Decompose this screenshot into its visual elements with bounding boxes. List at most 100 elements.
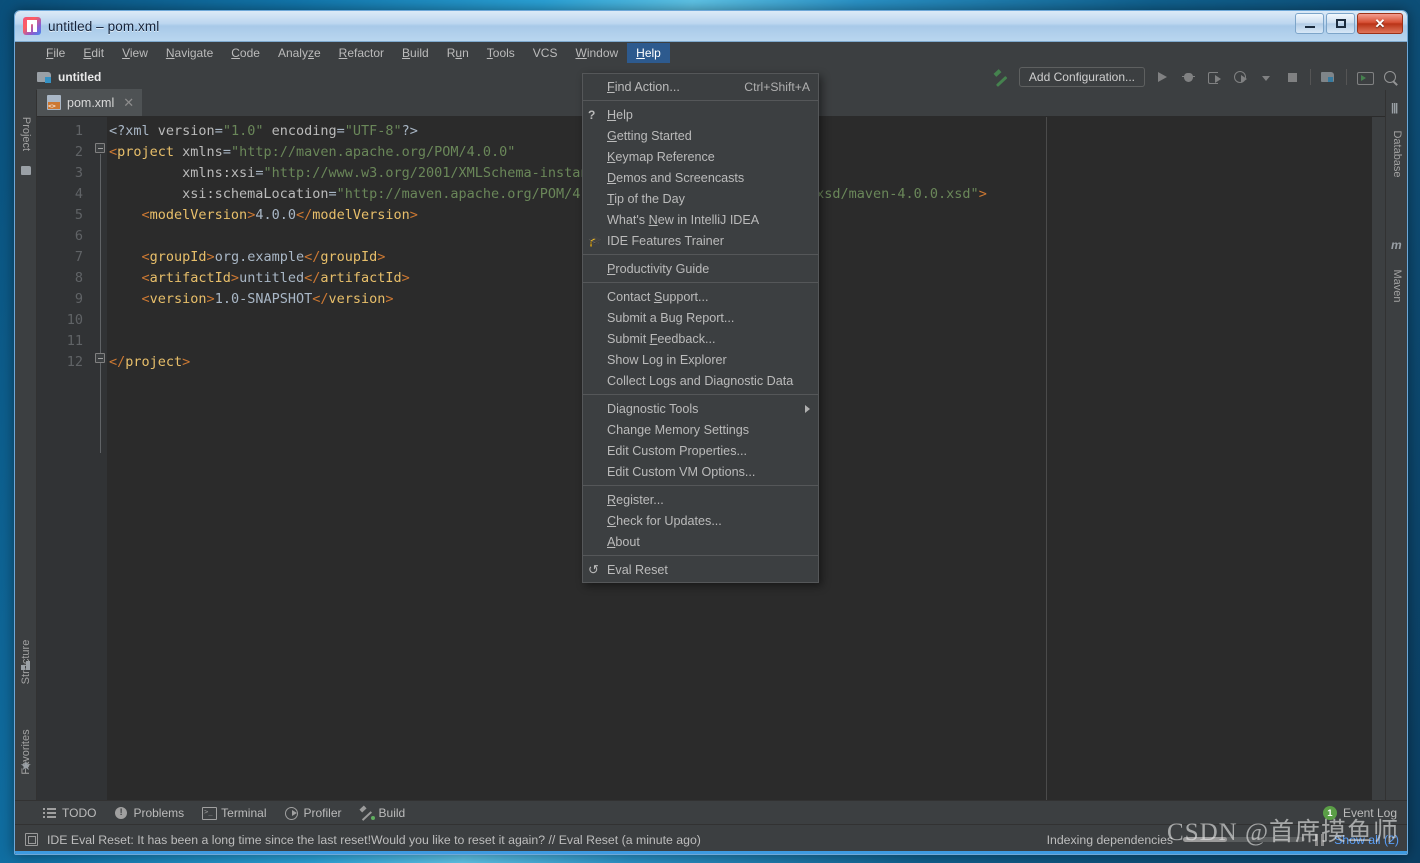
menu-tools[interactable]: Tools	[478, 43, 524, 63]
stop-icon[interactable]	[1284, 69, 1301, 86]
code-token: =	[214, 123, 223, 139]
status-accent-bar	[15, 851, 1407, 854]
menu-item-collect-logs-and-diagnostic-data[interactable]: Collect Logs and Diagnostic Data	[583, 370, 818, 391]
maximize-button[interactable]	[1326, 13, 1355, 34]
menu-analyze[interactable]: Analyze	[269, 43, 330, 63]
code-token: </	[304, 249, 321, 265]
project-structure-icon[interactable]	[1320, 69, 1337, 86]
tool-button-terminal[interactable]: Terminal	[202, 805, 267, 820]
menu-separator	[583, 555, 818, 556]
close-button[interactable]: ✕	[1357, 13, 1403, 34]
menu-item-help[interactable]: ? Help	[583, 104, 818, 125]
line-number: 1	[74, 123, 83, 139]
sidebar-item-label: Maven	[1390, 269, 1403, 303]
editor-scrollbar[interactable]	[1371, 117, 1385, 800]
chevron-down-icon[interactable]	[1258, 69, 1275, 86]
terminal-icon[interactable]	[1356, 69, 1374, 86]
menu-item-label: Demos and Screencasts	[607, 170, 745, 185]
menu-item-submit-feedback[interactable]: Submit Feedback...	[583, 328, 818, 349]
menu-view[interactable]: View	[113, 43, 157, 63]
menu-help[interactable]: Help	[627, 43, 670, 63]
minimize-button[interactable]	[1295, 13, 1324, 34]
menu-item-getting-started[interactable]: Getting Started	[583, 125, 818, 146]
menu-item-show-log-in-explorer[interactable]: Show Log in Explorer	[583, 349, 818, 370]
menu-item-edit-custom-vm-options[interactable]: Edit Custom VM Options...	[583, 461, 818, 482]
tool-button-build[interactable]: Build	[360, 806, 405, 820]
menu-refactor[interactable]: Refactor	[330, 43, 393, 63]
menu-item-demos-and-screencasts[interactable]: Demos and Screencasts	[583, 167, 818, 188]
minimize-icon	[1304, 25, 1315, 28]
menu-build[interactable]: Build	[393, 43, 438, 63]
close-icon[interactable]: ✕	[123, 95, 134, 111]
line-number-gutter: 1 2 3 4 5 6 7 8 9 10 11 12	[37, 117, 93, 800]
menu-item-contact-support[interactable]: Contact Support...	[583, 286, 818, 307]
code-token: >	[385, 291, 394, 307]
tab-label: pom.xml	[67, 95, 115, 110]
menu-code[interactable]: Code	[222, 43, 269, 63]
menu-item-what-s-new-in-intellij-idea[interactable]: What's New in IntelliJ IDEA	[583, 209, 818, 230]
menu-item-register[interactable]: Register...	[583, 489, 818, 510]
code-token: modelVersion	[149, 207, 248, 223]
debug-bug-icon[interactable]	[1180, 69, 1197, 86]
breadcrumb[interactable]: untitled	[37, 70, 101, 84]
project-folder-icon	[37, 71, 52, 83]
line-number: 3	[74, 165, 83, 181]
line-number: 6	[74, 228, 83, 244]
tool-button-problems[interactable]: Problems	[114, 806, 184, 820]
profiler-icon[interactable]	[1232, 69, 1249, 86]
code-folding-column[interactable]	[93, 117, 107, 800]
search-icon[interactable]	[1382, 69, 1399, 86]
menu-item-submit-a-bug-report[interactable]: Submit a Bug Report...	[583, 307, 818, 328]
hammer-icon[interactable]	[993, 69, 1010, 86]
sidebar-item-database[interactable]: Database	[1391, 130, 1403, 177]
line-number: 8	[74, 270, 83, 286]
menu-item-label: IDE Features Trainer	[607, 233, 724, 248]
fold-marker-close[interactable]	[95, 353, 105, 363]
code-token: "1.0"	[222, 123, 264, 139]
menu-item-about[interactable]: About	[583, 531, 818, 552]
menu-item-eval-reset[interactable]: ↺ Eval Reset	[583, 559, 818, 580]
menu-item-productivity-guide[interactable]: Productivity Guide	[583, 258, 818, 279]
menu-separator	[583, 485, 818, 486]
add-configuration-button[interactable]: Add Configuration...	[1018, 67, 1145, 87]
menu-item-change-memory-settings[interactable]: Change Memory Settings	[583, 419, 818, 440]
code-token: </	[109, 354, 126, 370]
menu-file[interactable]: FFileile	[37, 43, 74, 63]
code-token: "UTF-8"	[344, 123, 402, 139]
tool-button-profiler[interactable]: Profiler	[284, 806, 342, 820]
menu-item-keymap-reference[interactable]: Keymap Reference	[583, 146, 818, 167]
star-icon: ★	[20, 758, 32, 773]
code-token: </	[304, 270, 321, 286]
code-token: artifactId	[320, 270, 402, 286]
menu-item-diagnostic-tools[interactable]: Diagnostic Tools	[583, 398, 818, 419]
tool-button-label: Problems	[133, 805, 185, 820]
menu-item-edit-custom-properties[interactable]: Edit Custom Properties...	[583, 440, 818, 461]
tool-button-label: Terminal	[221, 805, 267, 820]
menu-item-ide-features-trainer[interactable]: 🎓 IDE Features Trainer	[583, 230, 818, 251]
tab-pom-xml[interactable]: pom.xml ✕	[37, 89, 143, 116]
menu-window[interactable]: Window	[566, 43, 627, 63]
menu-item-label: Keymap Reference	[607, 149, 715, 164]
menu-item-label: Tip of the Day	[607, 191, 685, 206]
menu-run[interactable]: Run	[438, 43, 478, 63]
sidebar-item-project[interactable]: Project	[20, 117, 32, 151]
show-all-link[interactable]: Show all (2)	[1334, 833, 1399, 847]
pause-icon[interactable]	[1315, 833, 1325, 846]
fold-marker-open[interactable]	[95, 143, 105, 153]
menu-item-tip-of-the-day[interactable]: Tip of the Day	[583, 188, 818, 209]
sidebar-item-maven[interactable]: Maven	[1391, 269, 1403, 302]
menu-vcs[interactable]: VCS	[524, 43, 567, 63]
tool-button-todo[interactable]: TODO	[43, 806, 96, 820]
menu-item-find-action[interactable]: Find Action... Ctrl+Shift+A	[583, 76, 818, 97]
run-icon[interactable]	[1154, 69, 1171, 86]
help-dropdown-menu[interactable]: Find Action... Ctrl+Shift+A ? Help Getting S…	[582, 73, 819, 583]
menu-item-label: About	[607, 534, 640, 549]
toolbar-divider-2	[1346, 69, 1347, 85]
run-with-coverage-icon[interactable]	[1206, 69, 1223, 86]
notification-balloon-icon[interactable]	[25, 833, 38, 846]
sidebar-item-label: Database	[1390, 130, 1403, 178]
menu-edit[interactable]: Edit	[74, 43, 113, 63]
event-log-button[interactable]: 1 Event Log	[1322, 801, 1397, 825]
menu-item-check-for-updates[interactable]: Check for Updates...	[583, 510, 818, 531]
menu-navigate[interactable]: Navigate	[157, 43, 222, 63]
